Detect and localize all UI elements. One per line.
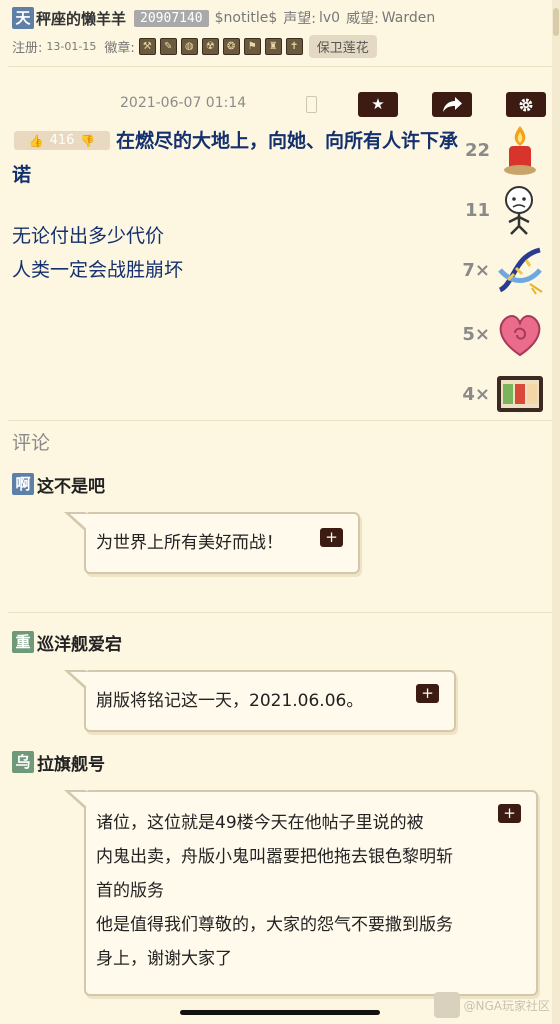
settings-button[interactable] [506,92,546,117]
reply-plus-button[interactable]: + [320,528,343,547]
reaction-candle[interactable]: 22 [465,124,546,176]
avatar[interactable]: 天 [12,7,34,29]
medal-icon[interactable]: ⚒ [138,37,156,55]
comment-line: 首的版务 [96,881,164,901]
honor-tag[interactable]: 保卫莲花 [308,34,377,58]
avatar[interactable]: 重 [12,631,34,653]
prestige-value: Warden [381,10,436,26]
comments-title: 评论 [12,432,51,454]
scrollbar-track[interactable] [552,0,560,1024]
mobile-device-icon [306,96,317,113]
comment-line: 诸位，这位就是49楼今天在他帖子里说的被 [96,813,424,833]
reaction-count: 11 [464,199,490,221]
home-indicator[interactable] [180,1010,380,1015]
comment-line: 内鬼出卖，舟版小鬼叫嚣要把他拖去银色黎明斩 [96,847,453,867]
share-icon [443,97,462,112]
bento-icon [494,368,546,420]
candle-icon [494,124,546,176]
scrollbar-thumb[interactable] [553,8,559,36]
watermark: @NGA玩家社区 [433,992,550,1018]
commenter-name[interactable]: 巡洋舰爱宕 [37,630,122,655]
comment-text: 诸位，这位就是49楼今天在他帖子里说的被 内鬼出卖，舟版小鬼叫嚣要把他拖去银色黎… [96,806,506,976]
favorite-button[interactable]: ★ [358,92,398,117]
comment-line: 身上，谢谢大家了 [96,949,232,969]
user-header: 天 秤座的懒羊羊 20907140 $notitle$ 声望: lv0 威望: … [12,6,435,30]
post-content: 在燃尽的大地上，向她、向所有人许下承诺 无论付出多少代价 人类一定会战胜崩坏 [12,124,462,287]
reaction-count: 7× [462,259,490,281]
reaction-dna[interactable]: 7× [462,244,546,296]
header-divider [8,66,552,67]
heart-icon [494,308,546,360]
reply-plus-button[interactable]: + [416,684,439,703]
user-title: $notitle$ [214,10,278,26]
commenter-name[interactable]: 这不是吧 [37,472,105,497]
plus-icon: + [503,804,516,822]
reg-date: 13-01-15 [46,39,97,53]
reputation-value: lv0 [318,10,341,26]
medal-icon[interactable]: ✎ [159,37,177,55]
reaction-heart[interactable]: 5× [462,308,546,360]
comment-text: 为世界上所有美好而战！ [96,533,283,553]
comment-bubble: 诸位，这位就是49楼今天在他帖子里说的被 内鬼出卖，舟版小鬼叫嚣要把他拖去银色黎… [64,790,538,996]
reaction-count: 4× [462,383,490,405]
reaction-count: 22 [464,139,490,161]
share-button[interactable] [432,92,472,117]
post-paragraph: 人类一定会战胜崩坏 [12,259,184,281]
reaction-sad[interactable]: 11 [465,184,546,236]
watermark-logo [433,992,460,1018]
plus-icon: + [421,684,434,702]
commenter-header: 乌 拉旗舰号 [12,750,105,775]
comments-divider [8,420,552,421]
avatar[interactable]: 啊 [12,473,34,495]
reaction-bento[interactable]: 4× [462,368,546,420]
medal-icon[interactable]: ♜ [264,37,282,55]
commenter-name[interactable]: 拉旗舰号 [37,750,105,775]
prestige-label: 威望: [346,11,379,27]
username[interactable]: 秤座的懒羊羊 [36,8,126,29]
comment-divider [8,612,552,613]
medal-label: 徽章: [104,40,135,56]
reaction-count: 5× [462,323,490,345]
reg-label: 注册: [12,40,43,56]
reputation-label: 声望: [283,11,316,27]
post-paragraph: 无论付出多少代价 [12,225,165,247]
dna-icon [494,244,546,296]
medal-icon[interactable]: ☢ [201,37,219,55]
medal-icon[interactable]: ✝ [285,37,303,55]
medal-icon[interactable]: ❂ [222,37,240,55]
avatar[interactable]: 乌 [12,751,34,773]
medal-icon[interactable]: ◍ [180,37,198,55]
post-headline: 在燃尽的大地上，向她、向所有人许下承诺 [12,130,459,186]
comment-bubble: 崩版将铭记这一天，2021.06.06。 + [64,670,456,732]
sad-figure-icon [494,184,546,236]
plus-icon: + [325,528,338,546]
commenter-header: 啊 这不是吧 [12,472,105,497]
comment-bubble: 为世界上所有美好而战！ + [64,512,360,574]
gear-icon [519,98,533,112]
uid-badge: 20907140 [134,9,209,27]
comment-text: 崩版将铭记这一天，2021.06.06。 [96,691,364,711]
post-timestamp: 2021-06-07 01:14 [120,95,247,111]
star-icon: ★ [371,95,385,113]
comment-line: 他是值得我们尊敬的，大家的怨气不要撒到版务 [96,915,453,935]
user-meta: 注册: 13-01-15 徽章: ⚒ ✎ ◍ ☢ ❂ ⚑ ♜ ✝ 保卫莲花 [12,34,377,58]
reply-plus-button[interactable]: + [498,804,521,823]
commenter-header: 重 巡洋舰爱宕 [12,630,122,655]
medal-icon[interactable]: ⚑ [243,37,261,55]
